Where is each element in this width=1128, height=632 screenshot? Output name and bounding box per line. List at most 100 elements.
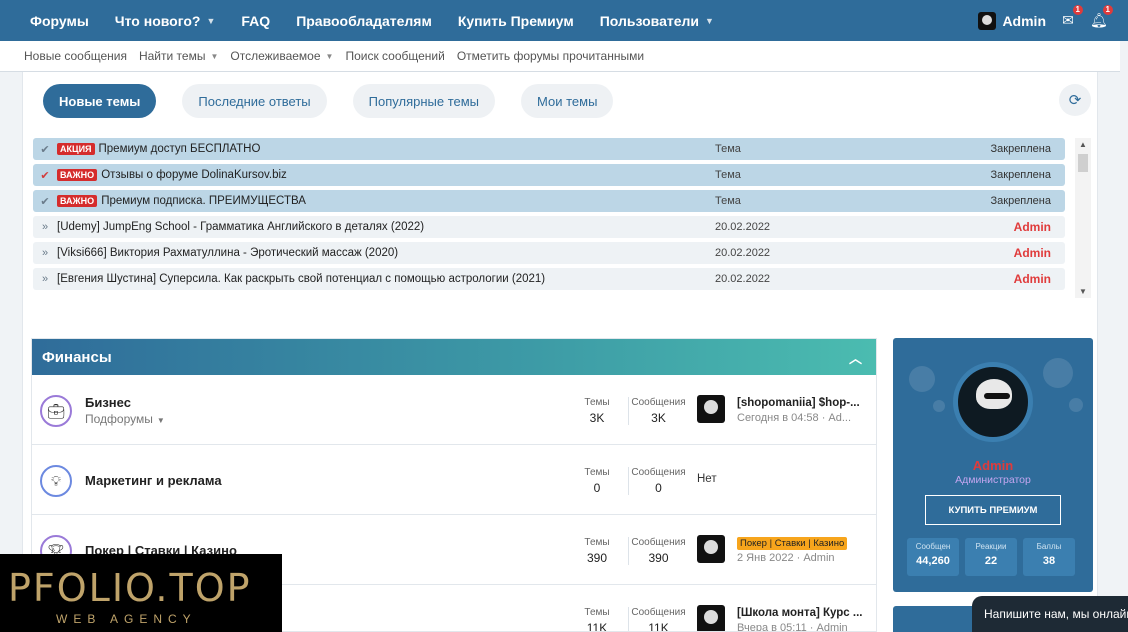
chevron-down-icon[interactable]: ▼ [326,52,334,61]
subnav-watched[interactable]: Отслеживаемое ▼ [224,49,339,63]
chat-widget[interactable]: Напишите нам, мы онлайн! [972,596,1128,632]
thread-date: Тема [715,195,741,207]
thread-title[interactable]: [Udemy] JumpEng School - Грамматика Англ… [57,221,424,233]
chevron-down-icon[interactable]: ▼ [206,16,215,26]
alerts-badge: 1 [1102,5,1113,15]
chevron-down-icon: ▼ [156,416,165,425]
decor-bubble [933,400,945,412]
subnav-search-posts-label: Поиск сообщений [345,49,445,63]
messages-value: 390 [648,551,669,565]
messages-value: 11K [648,621,669,632]
table-row[interactable]: ✔ ВАЖНО Премиум подписка. ПРЕИМУЩЕСТВА Т… [33,190,1065,212]
tab-latest-replies[interactable]: Последние ответы [182,84,327,118]
decor-bubble [1069,398,1083,412]
threads-value: 0 [593,481,601,495]
thread-title[interactable]: Отзывы о форуме DolinaKursov.biz [101,169,287,181]
nav-whats-new-label: Что нового? [114,12,201,29]
buy-premium-button[interactable]: КУПИТЬ ПРЕМИУМ [925,495,1061,525]
inbox-button[interactable]: ✉ 1 [1060,5,1083,29]
stat-value: 44,260 [916,555,950,567]
stat-reactions: Реакции 22 [965,538,1017,576]
thread-author[interactable]: Admin [1014,272,1051,286]
thread-author[interactable]: Admin [1014,246,1051,260]
chevron-right-icon: » [41,273,49,285]
user-menu[interactable]: Admin [978,11,1046,30]
thread-tabs: Новые темы Последние ответы Популярные т… [43,84,614,118]
avatar[interactable] [697,605,725,631]
inbox-badge: 1 [1072,5,1083,15]
subnav-search-posts[interactable]: Поиск сообщений [339,49,450,63]
last-post-title[interactable]: [Школа монта] Курс ... [737,607,862,619]
thread-list-scrollbar[interactable]: ▲ ▼ [1075,138,1091,298]
messages-label: Сообщения [631,467,686,478]
thread-date: 20.02.2022 [715,247,771,259]
main-content: Новые темы Последние ответы Популярные т… [22,72,1098,632]
avatar[interactable] [697,535,725,563]
chevron-down-icon[interactable]: ▼ [210,52,218,61]
profile-name[interactable]: Admin [893,458,1093,473]
subnav-mark-read-label: Отметить форумы прочитанными [456,49,645,63]
last-post-title[interactable]: [shopomaniia] $hop-... [737,397,860,409]
table-row[interactable]: » [Udemy] JumpEng School - Грамматика Ан… [33,216,1065,238]
forum-title[interactable]: Бизнес [85,395,131,410]
nav-copyright[interactable]: Правообладателям [283,0,445,41]
thread-author[interactable]: Admin [1014,220,1051,234]
table-row[interactable]: ✔ АКЦИЯ Премиум доступ БЕСПЛАТНО Тема За… [33,138,1065,160]
thread-date: Тема [715,143,741,155]
profile-card: Admin Администратор КУПИТЬ ПРЕМИУМ Сообщ… [893,338,1093,592]
scroll-thumb[interactable] [1078,154,1088,172]
decor-bubble [909,366,935,392]
messages-value: 0 [655,481,662,495]
subnav-new-posts[interactable]: Новые сообщения [18,49,133,63]
profile-stats: Сообщен 44,260 Реакции 22 Баллы 38 [907,538,1075,576]
top-navigation: Форумы Что нового? ▼ FAQ Правообладателям… [0,0,1128,41]
table-row[interactable]: ✔ ВАЖНО Отзывы о форуме DolinaKursov.biz… [33,164,1065,186]
chevron-up-icon[interactable]: ︿ [849,348,862,367]
nav-users[interactable]: Пользователи ▼ [587,0,727,41]
category-title[interactable]: Финансы [42,349,112,366]
subforums-toggle[interactable]: Подфорумы ▼ [85,412,165,426]
chevron-right-icon: » [41,247,49,259]
last-post-none: Нет [697,473,717,485]
lightbulb-icon: 💡︎ [40,465,72,497]
sub-navigation: Новые сообщения Найти темы ▼ Отслеживаемо… [0,41,1120,72]
nav-faq[interactable]: FAQ [228,0,283,41]
category-header[interactable]: Финансы ︿ [32,339,876,375]
table-row[interactable]: » [Viksi666] Виктория Рахматуллина - Эро… [33,242,1065,264]
threads-count: Темы 11K [580,607,614,631]
nav-forums[interactable]: Форумы [0,0,102,41]
user-area: Admin ✉ 1 🔔︎ 1 [978,0,1113,41]
avatar[interactable] [953,362,1033,442]
alerts-button[interactable]: 🔔︎ 1 [1090,5,1113,29]
thread-title[interactable]: [Евгения Шустина] Суперсила. Как раскрыт… [57,273,545,285]
messages-count: Сообщения 390 [628,537,688,565]
thread-title[interactable]: Премиум доступ БЕСПЛАТНО [99,143,261,155]
subnav-new-posts-label: Новые сообщения [24,49,127,63]
thread-title[interactable]: [Viksi666] Виктория Рахматуллина - Эроти… [57,247,398,259]
threads-label: Темы [584,397,610,408]
forum-row: 💼︎ Бизнес Подфорумы ▼ Темы 3K Сообщения 3K … [32,375,876,445]
thread-title[interactable]: Премиум подписка. ПРЕИМУЩЕСТВА [101,195,306,207]
scroll-up-icon[interactable]: ▲ [1079,140,1087,149]
table-row[interactable]: » [Евгения Шустина] Суперсила. Как раскр… [33,268,1065,290]
watermark-subtitle: WEB AGENCY [56,612,197,626]
avatar[interactable] [697,395,725,423]
stat-label: Сообщен [915,542,951,551]
chevron-down-icon[interactable]: ▼ [705,16,714,26]
stat-messages: Сообщен 44,260 [907,538,959,576]
check-icon: ✔ [40,143,50,156]
subnav-mark-read[interactable]: Отметить форумы прочитанными [451,49,650,63]
messages-label: Сообщения [631,537,686,548]
refresh-button[interactable]: ⟳ [1059,84,1091,116]
thread-prefix: Покер | Ставки | Казино [737,537,848,550]
tab-my-threads[interactable]: Мои темы [521,84,614,118]
envelope-icon: ✉ [1062,12,1074,28]
tab-new-threads[interactable]: Новые темы [43,84,157,118]
scroll-down-icon[interactable]: ▼ [1079,287,1087,296]
nav-buy-premium[interactable]: Купить Премиум [445,0,587,41]
tab-popular-threads[interactable]: Популярные темы [352,84,496,118]
subnav-find-threads[interactable]: Найти темы ▼ [133,49,224,63]
last-post-title[interactable]: Покер | Ставки | Казино [737,537,848,550]
nav-whats-new[interactable]: Что нового? ▼ [102,0,229,41]
forum-title[interactable]: Маркетинг и реклама [85,473,222,488]
